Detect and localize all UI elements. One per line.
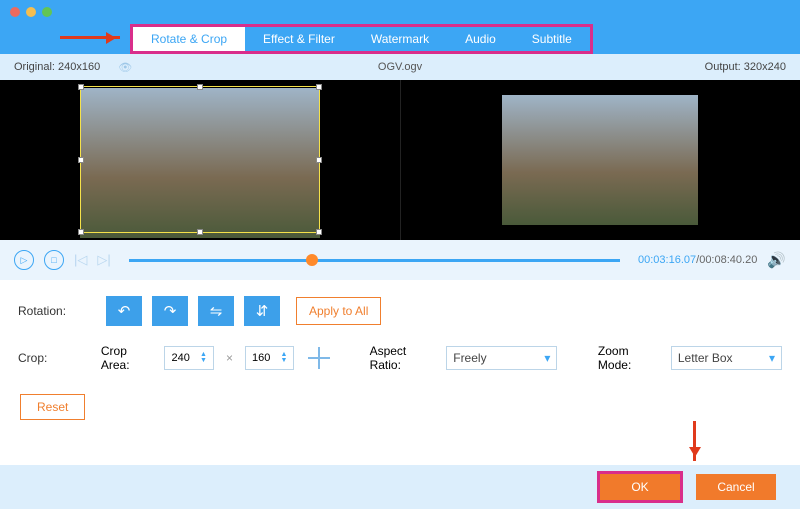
tabs-highlight: Rotate & Crop Effect & Filter Watermark … <box>130 24 593 54</box>
crop-handle[interactable] <box>197 84 203 90</box>
crop-handle[interactable] <box>316 229 322 235</box>
eye-icon[interactable]: 👁 <box>118 61 132 74</box>
annotation-arrow <box>693 421 696 461</box>
play-button[interactable]: ▷ <box>14 250 34 270</box>
flip-vertical-button[interactable]: ⇵ <box>244 296 280 326</box>
next-frame-button[interactable]: ▷| <box>97 252 110 268</box>
volume-icon[interactable]: 🔊 <box>767 251 786 269</box>
multiply-icon: × <box>226 351 233 365</box>
crop-handle[interactable] <box>316 157 322 163</box>
rotation-label: Rotation: <box>18 304 96 318</box>
ok-button[interactable]: OK <box>600 474 680 500</box>
aspect-ratio-label: Aspect Ratio: <box>370 344 437 372</box>
crop-handle[interactable] <box>197 229 203 235</box>
settings-panel: Rotation: ↶ ↷ ⇋ ⇵ Apply to All Crop: Cro… <box>0 280 800 436</box>
titlebar <box>0 0 800 24</box>
preview-output <box>400 80 800 240</box>
center-crop-icon[interactable] <box>308 347 329 369</box>
rotate-right-button[interactable]: ↷ <box>152 296 188 326</box>
output-thumbnail <box>502 95 698 225</box>
crop-width-input[interactable]: ▲▼ <box>164 346 214 370</box>
close-icon[interactable] <box>10 7 20 17</box>
rotate-left-button[interactable]: ↶ <box>106 296 142 326</box>
stop-button[interactable]: □ <box>44 250 64 270</box>
flip-horizontal-button[interactable]: ⇋ <box>198 296 234 326</box>
original-size-label: Original: 240x160 <box>14 61 100 73</box>
seek-knob[interactable] <box>306 254 318 266</box>
reset-button[interactable]: Reset <box>20 394 85 420</box>
seek-bar[interactable] <box>129 259 620 262</box>
footer: OK Cancel <box>0 465 800 509</box>
preview-area <box>0 80 800 240</box>
cancel-button[interactable]: Cancel <box>696 474 776 500</box>
zoom-mode-label: Zoom Mode: <box>598 344 661 372</box>
crop-label: Crop: <box>18 351 91 365</box>
aspect-ratio-select[interactable]: Freely▾ <box>446 346 557 370</box>
crop-handle[interactable] <box>78 84 84 90</box>
output-size-label: Output: 320x240 <box>705 61 786 73</box>
preview-source[interactable] <box>0 80 400 240</box>
prev-frame-button[interactable]: |◁ <box>74 252 87 268</box>
playback-controls: ▷ □ |◁ ▷| 00:03:16.07/00:08:40.20 🔊 <box>0 240 800 280</box>
crop-height-input[interactable]: ▲▼ <box>245 346 295 370</box>
crop-area-label: Crop Area: <box>101 344 155 372</box>
apply-all-button[interactable]: Apply to All <box>296 297 381 325</box>
crop-handle[interactable] <box>78 229 84 235</box>
crop-handle[interactable] <box>316 84 322 90</box>
chevron-down-icon: ▾ <box>769 351 775 365</box>
crop-rectangle[interactable] <box>80 86 320 233</box>
tab-subtitle[interactable]: Subtitle <box>514 27 590 51</box>
info-row: Original: 240x160 👁 OGV.ogv Output: 320x… <box>0 54 800 80</box>
tab-watermark[interactable]: Watermark <box>353 27 447 51</box>
maximize-icon[interactable] <box>42 7 52 17</box>
zoom-mode-select[interactable]: Letter Box▾ <box>671 346 782 370</box>
tab-rotate-crop[interactable]: Rotate & Crop <box>133 27 245 51</box>
time-display: 00:03:16.07/00:08:40.20 <box>638 254 757 266</box>
chevron-down-icon: ▾ <box>544 351 550 365</box>
filename-label: OGV.ogv <box>378 61 422 73</box>
crop-handle[interactable] <box>78 157 84 163</box>
minimize-icon[interactable] <box>26 7 36 17</box>
tab-audio[interactable]: Audio <box>447 27 514 51</box>
tab-bar: Rotate & Crop Effect & Filter Watermark … <box>0 24 800 54</box>
tab-effect-filter[interactable]: Effect & Filter <box>245 27 353 51</box>
annotation-arrow <box>60 36 120 39</box>
